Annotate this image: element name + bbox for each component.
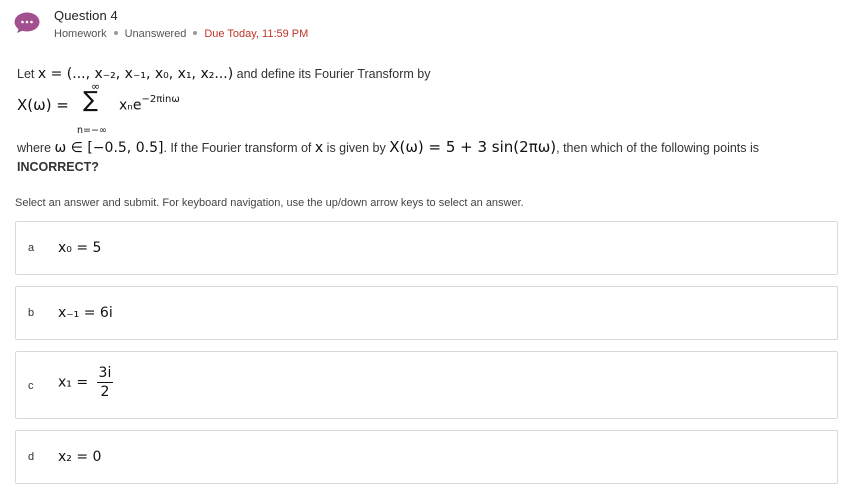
meta-separator [193, 31, 198, 36]
option-letter: b [28, 307, 35, 319]
question-header: Question 4 Homework Unanswered Due Today, … [14, 8, 834, 48]
prompt-text: and define its Fourier Transform by [233, 67, 431, 81]
prompt-text: . If the Fourier transform of [163, 141, 315, 155]
answer-option-b[interactable]: b x₋₁ = 6i [15, 286, 838, 340]
option-expression: x₁ = 3i 2 [58, 364, 114, 401]
prompt-text: is given by [323, 141, 390, 155]
option-expression: x₋₁ = 6i [58, 305, 113, 321]
option-expression: x₀ = 5 [58, 240, 102, 256]
question-meta: Homework Unanswered Due Today, 11:59 PM [54, 28, 308, 40]
omega-domain: ω ∈ [−0.5, 0.5] [54, 140, 164, 156]
option-expression: x₂ = 0 [58, 449, 102, 465]
prompt-question-word: INCORRECT? [17, 160, 99, 174]
sum-term-exponent: −2πinω [141, 94, 180, 105]
option-lhs: x₁ = [58, 374, 89, 391]
option-letter: c [28, 380, 34, 392]
question-title: Question 4 [54, 8, 118, 23]
sum-term: xₙe−2πinω [119, 94, 180, 114]
sum-term-base: xₙe [119, 97, 142, 114]
sequence-symbol: x [314, 140, 324, 156]
prompt-line-1: Let x = (..., x₋₂, x₋₁, x₀, x₁, x₂...) a… [17, 66, 430, 82]
fraction-denominator: 2 [100, 384, 110, 400]
meta-type: Homework [54, 28, 107, 40]
sum-lower-limit: n=−∞ [77, 125, 107, 136]
answer-option-a[interactable]: a x₀ = 5 [15, 221, 838, 275]
answer-option-c[interactable]: c x₁ = 3i 2 [15, 351, 838, 419]
prompt-line-3: where ω ∈ [−0.5, 0.5]. If the Fourier tr… [17, 138, 817, 156]
fraction: 3i 2 [96, 364, 114, 401]
summation-symbol: ∑ [83, 88, 98, 113]
prompt-text: , then which of the following points is [556, 141, 760, 155]
equation-lhs: X(ω) = [17, 96, 69, 114]
fraction-numerator: 3i [96, 365, 114, 383]
given-transform: X(ω) = 5 + 3 sin(2πω) [389, 138, 557, 156]
option-letter: d [28, 451, 35, 463]
option-letter: a [28, 242, 35, 254]
sequence-definition: x = (..., x₋₂, x₋₁, x₀, x₁, x₂...) [37, 66, 234, 82]
chat-bubble-icon [14, 12, 40, 33]
meta-due-date: Due Today, 11:59 PM [204, 28, 309, 40]
answer-option-d[interactable]: d x₂ = 0 [15, 430, 838, 484]
meta-status: Unanswered [124, 28, 187, 40]
fourier-transform-equation: X(ω) = ∞ ∑ n=−∞ xₙe−2πinω [17, 80, 317, 136]
prompt-text: Let [17, 67, 38, 81]
prompt-text: where [17, 141, 55, 155]
answer-instructions: Select an answer and submit. For keyboar… [15, 197, 524, 209]
meta-separator [113, 31, 118, 36]
